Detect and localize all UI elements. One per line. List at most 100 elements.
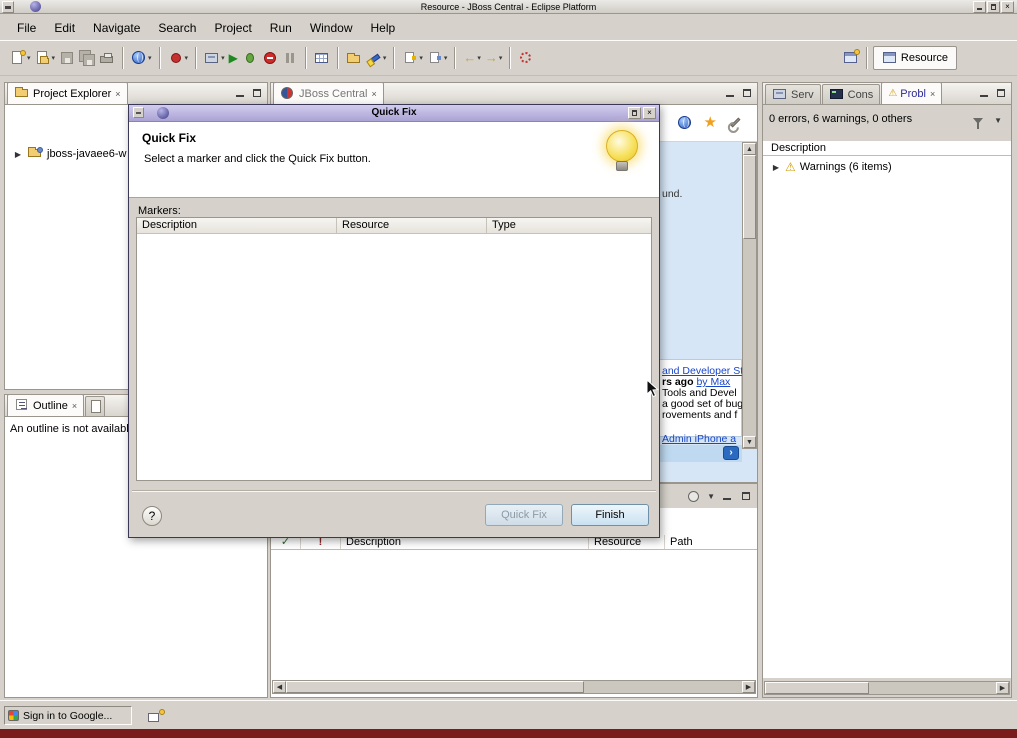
menu-search[interactable]: Search: [149, 18, 205, 38]
minimize-editor-button[interactable]: [723, 87, 737, 100]
save-button[interactable]: [57, 45, 77, 71]
column-description[interactable]: Description: [763, 141, 1011, 155]
editor-vertical-scrollbar[interactable]: ▲ ▼: [742, 142, 757, 449]
tab-console[interactable]: Cons: [822, 84, 881, 104]
scroll-track[interactable]: [743, 155, 756, 436]
close-icon[interactable]: ×: [115, 89, 120, 99]
scroll-right-button[interactable]: ▶: [996, 682, 1009, 694]
chevron-down-icon[interactable]: ▾: [477, 54, 481, 62]
chevron-down-icon[interactable]: ▾: [419, 54, 423, 62]
resource-perspective-button[interactable]: Resource: [873, 46, 957, 70]
maximize-view-button[interactable]: [250, 87, 264, 100]
expand-icon[interactable]: ▶: [771, 163, 781, 172]
column-description[interactable]: Description: [137, 218, 337, 233]
maximize-editor-button[interactable]: [740, 87, 754, 100]
tree-item-project[interactable]: ▶ jboss-javaee6-w: [13, 147, 126, 161]
dialog-close-button[interactable]: ×: [643, 107, 656, 119]
news-link[interactable]: Admin iPhone a: [662, 434, 736, 445]
globe-icon[interactable]: [677, 115, 693, 131]
scroll-thumb[interactable]: [743, 155, 756, 239]
back-button[interactable]: ←▾: [461, 45, 483, 71]
menu-edit[interactable]: Edit: [45, 18, 84, 38]
close-icon[interactable]: ×: [930, 89, 935, 99]
window-minimize-button[interactable]: [973, 1, 986, 13]
open-perspective-button[interactable]: [841, 45, 861, 71]
maximize-view-button[interactable]: [994, 87, 1008, 100]
tab-outline[interactable]: Outline ×: [7, 394, 84, 416]
maximize-view-button[interactable]: [739, 490, 753, 503]
menu-navigate[interactable]: Navigate: [84, 18, 149, 38]
tab-servers[interactable]: Serv: [765, 84, 821, 104]
menu-window[interactable]: Window: [301, 18, 362, 38]
web-browser-button[interactable]: ▾: [129, 45, 154, 71]
google-signin-status[interactable]: Sign in to Google...: [4, 706, 132, 725]
chevron-down-icon[interactable]: ▾: [221, 54, 225, 62]
column-resource[interactable]: Resource: [337, 218, 487, 233]
external-tools-button[interactable]: ▾: [166, 45, 191, 71]
problems-horizontal-scrollbar[interactable]: ▶: [764, 681, 1010, 695]
chevron-down-icon[interactable]: ▾: [148, 54, 152, 62]
tab-hidden-partial[interactable]: [85, 396, 105, 416]
print-button[interactable]: [97, 45, 117, 71]
jboss-central-button[interactable]: [516, 45, 536, 71]
expand-icon[interactable]: ▶: [13, 150, 23, 159]
chevron-down-icon[interactable]: ▾: [499, 54, 503, 62]
scroll-thumb[interactable]: [286, 681, 584, 693]
tab-problems[interactable]: ⚠ Probl ×: [881, 82, 942, 104]
minimize-view-button[interactable]: [720, 490, 734, 503]
help-button[interactable]: ?: [142, 506, 162, 526]
window-close-button[interactable]: ×: [1001, 1, 1014, 13]
run-button[interactable]: ▶: [227, 45, 240, 71]
next-annotation-button[interactable]: ▾: [400, 45, 425, 71]
minimize-view-button[interactable]: [233, 87, 247, 100]
forward-button[interactable]: →▾: [483, 45, 505, 71]
dialog-markers-table[interactable]: Description Resource Type: [136, 217, 652, 481]
close-icon[interactable]: ×: [72, 401, 77, 411]
tab-project-explorer[interactable]: Project Explorer ×: [7, 82, 128, 104]
window-maximize-button[interactable]: [987, 1, 1000, 13]
view-menu-icon[interactable]: ▼: [994, 116, 1002, 125]
new-wizard-button[interactable]: ▾: [8, 45, 33, 71]
new-file-button[interactable]: ▾: [33, 45, 58, 71]
chevron-down-icon[interactable]: ▾: [27, 54, 31, 62]
minimize-view-button[interactable]: [977, 87, 991, 100]
show-view-button[interactable]: [312, 45, 332, 71]
chevron-down-icon[interactable]: ▾: [444, 54, 448, 62]
next-news-button[interactable]: ›: [723, 446, 739, 460]
quick-fix-button[interactable]: Quick Fix: [485, 504, 563, 526]
skip-breakpoints-button[interactable]: [280, 45, 300, 71]
link-with-editor-icon[interactable]: [686, 489, 702, 504]
menu-file[interactable]: File: [8, 18, 45, 38]
window-titlebar[interactable]: Resource - JBoss Central - Eclipse Platf…: [0, 0, 1017, 14]
save-all-button[interactable]: [77, 45, 97, 71]
chevron-down-icon[interactable]: ▾: [383, 54, 387, 62]
dialog-maximize-button[interactable]: [628, 107, 641, 119]
tree-item-warnings[interactable]: ▶ ⚠ Warnings (6 items): [771, 161, 892, 173]
chevron-down-icon[interactable]: ▾: [52, 54, 56, 62]
menu-help[interactable]: Help: [362, 18, 405, 38]
scroll-left-button[interactable]: ◀: [273, 681, 286, 693]
stop-button[interactable]: [260, 45, 280, 71]
favorites-star-icon[interactable]: ★: [704, 113, 717, 131]
scroll-track[interactable]: [286, 681, 742, 693]
search-button[interactable]: ▾: [364, 45, 389, 71]
view-menu-icon[interactable]: ▼: [707, 492, 715, 501]
open-resource-button[interactable]: [344, 45, 364, 71]
scroll-up-button[interactable]: ▲: [743, 143, 756, 155]
menu-project[interactable]: Project: [205, 18, 260, 38]
previous-annotation-button[interactable]: ▾: [425, 45, 450, 71]
column-path[interactable]: Path: [665, 535, 757, 549]
wrench-icon[interactable]: [727, 114, 743, 130]
fast-view-button[interactable]: [147, 708, 165, 724]
finish-button[interactable]: Finish: [571, 504, 649, 526]
tab-jboss-central[interactable]: JBoss Central ×: [273, 82, 384, 104]
column-type[interactable]: Type: [487, 218, 651, 233]
scroll-right-button[interactable]: ▶: [742, 681, 755, 693]
scroll-track[interactable]: [765, 682, 996, 694]
scroll-down-button[interactable]: ▼: [743, 436, 756, 448]
debug-button[interactable]: [240, 45, 260, 71]
markers-horizontal-scrollbar[interactable]: ◀ ▶: [272, 680, 756, 694]
scroll-thumb[interactable]: [765, 682, 869, 694]
close-icon[interactable]: ×: [371, 89, 376, 99]
chevron-down-icon[interactable]: ▾: [185, 54, 189, 62]
